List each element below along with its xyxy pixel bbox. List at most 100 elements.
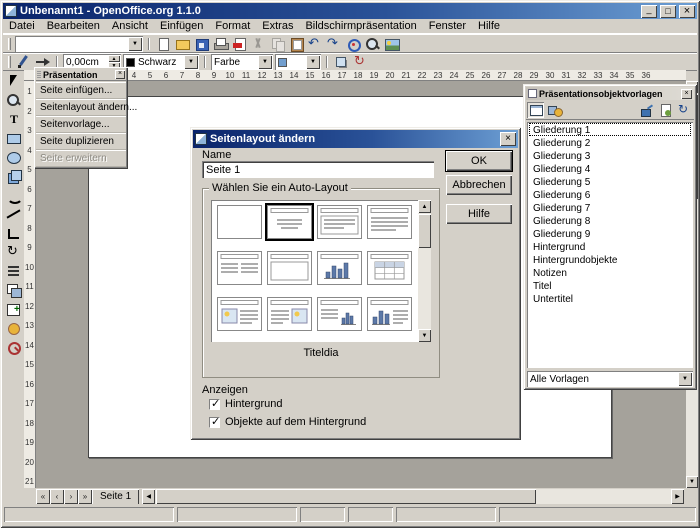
curve-icon[interactable] <box>5 187 22 203</box>
update-style-icon[interactable] <box>676 102 693 118</box>
cut-icon[interactable] <box>250 36 267 52</box>
edit-points-icon[interactable] <box>15 54 32 70</box>
name-input[interactable]: Seite 1 <box>202 161 434 178</box>
copy-icon[interactable] <box>269 36 286 52</box>
menu-format[interactable]: Format <box>209 19 256 33</box>
dropdown-arrow-icon[interactable] <box>184 55 198 69</box>
layout-scroll-thumb[interactable] <box>418 214 431 248</box>
shadow-icon[interactable] <box>333 54 350 70</box>
style-item[interactable]: Gliederung 4 <box>529 162 691 175</box>
style-item[interactable]: Hintergrund <box>529 240 691 253</box>
fill-format-mode-icon[interactable] <box>638 102 655 118</box>
rotate-object-icon[interactable] <box>352 54 369 70</box>
dialog-titlebar[interactable]: Seitenlayout ändern × <box>193 130 518 148</box>
paste-icon[interactable] <box>288 36 305 52</box>
save-icon[interactable] <box>193 36 210 52</box>
layout-thumbnail[interactable] <box>367 297 412 331</box>
menu-hilfe[interactable]: Hilfe <box>472 19 506 33</box>
horizontal-scrollbar[interactable] <box>142 489 684 504</box>
rectangle-icon[interactable] <box>5 130 22 146</box>
arrange-icon[interactable] <box>5 282 22 298</box>
style-item[interactable]: Hintergrundobjekte <box>529 253 691 266</box>
minimize-button[interactable] <box>641 5 657 18</box>
scroll-up-icon[interactable] <box>418 200 431 213</box>
scroll-down-icon[interactable] <box>686 476 698 488</box>
style-item[interactable]: Titel <box>529 279 691 292</box>
layout-thumbnail[interactable] <box>367 251 412 285</box>
presentation-toolbar-titlebar[interactable]: Präsentation × <box>36 69 126 81</box>
layout-thumbnail[interactable] <box>317 297 362 331</box>
alignment-icon[interactable] <box>5 263 22 279</box>
ellipse-icon[interactable] <box>5 149 22 165</box>
presentation-toolbar-item[interactable]: Seite einfügen... <box>36 82 126 99</box>
print-icon[interactable] <box>212 36 229 52</box>
navigator-icon[interactable] <box>345 36 362 52</box>
dropdown-arrow-icon[interactable] <box>306 55 320 69</box>
checkbox-box[interactable] <box>209 399 220 410</box>
line-icon[interactable] <box>5 206 22 222</box>
horizontal-scroll-thumb[interactable] <box>156 489 536 504</box>
first-slide-button[interactable] <box>36 489 50 504</box>
select-icon[interactable] <box>5 73 22 89</box>
toolbar-grip[interactable] <box>8 38 11 50</box>
checkbox-hintergrund[interactable]: Hintergrund <box>209 398 282 410</box>
dropdown-arrow-icon[interactable] <box>258 55 272 69</box>
new-style-from-selection-icon[interactable] <box>657 102 674 118</box>
dialog-close-icon[interactable]: × <box>500 132 516 146</box>
layout-thumbnail[interactable] <box>367 205 412 239</box>
scroll-down-icon[interactable] <box>418 329 431 342</box>
grip-icon[interactable] <box>37 71 41 79</box>
insert-icon[interactable] <box>5 301 22 317</box>
line-color-select[interactable]: Schwarz <box>123 54 199 70</box>
previous-slide-button[interactable] <box>50 489 64 504</box>
area-style-select[interactable]: Farbe <box>211 54 273 70</box>
zoom-tool-icon[interactable] <box>5 92 22 108</box>
maximize-button[interactable] <box>660 5 676 18</box>
layout-thumbnail[interactable] <box>267 205 312 239</box>
url-combo[interactable] <box>15 36 143 52</box>
ok-button[interactable]: OK <box>446 151 512 171</box>
toolbar-grip[interactable] <box>8 56 11 68</box>
style-item[interactable]: Gliederung 2 <box>529 136 691 149</box>
menu-datei[interactable]: Datei <box>3 19 41 33</box>
style-item[interactable]: Gliederung 9 <box>529 227 691 240</box>
redo-icon[interactable] <box>326 36 343 52</box>
style-item[interactable]: Untertitel <box>529 292 691 305</box>
undo-icon[interactable] <box>307 36 324 52</box>
fill-color-select[interactable] <box>275 54 321 70</box>
dropdown-arrow-icon[interactable] <box>128 37 142 51</box>
titlebar[interactable]: Unbenannt1 - OpenOffice.org 1.1.0 <box>3 3 697 19</box>
resize-corner[interactable] <box>684 489 697 504</box>
menu-extras[interactable]: Extras <box>256 19 299 33</box>
menu-einfügen[interactable]: Einfügen <box>154 19 209 33</box>
style-item[interactable]: Gliederung 5 <box>529 175 691 188</box>
layout-thumbnail[interactable] <box>317 205 362 239</box>
checkbox-box[interactable] <box>209 417 220 428</box>
text-icon[interactable] <box>5 111 22 127</box>
layout-scrollbar[interactable] <box>418 200 431 342</box>
close-icon[interactable]: × <box>115 70 125 79</box>
style-item[interactable]: Gliederung 7 <box>529 201 691 214</box>
spin-up-icon[interactable]: ▲ <box>108 55 120 62</box>
layout-thumbnail[interactable] <box>267 251 312 285</box>
help-button[interactable]: Hilfe <box>446 204 512 224</box>
stylist-titlebar[interactable]: Präsentationsobjektvorlagen × <box>526 87 694 100</box>
connector-icon[interactable] <box>5 225 22 241</box>
new-document-icon[interactable] <box>155 36 172 52</box>
layout-thumbnail[interactable] <box>217 297 262 331</box>
scroll-right-icon[interactable] <box>671 489 684 504</box>
next-slide-button[interactable] <box>64 489 78 504</box>
effects-icon[interactable] <box>5 320 22 336</box>
menu-ansicht[interactable]: Ansicht <box>106 19 154 33</box>
interaction-icon[interactable] <box>5 339 22 355</box>
style-item[interactable]: Gliederung 6 <box>529 188 691 201</box>
layout-thumbnail[interactable] <box>317 251 362 285</box>
presentation-styles-icon[interactable] <box>527 102 544 118</box>
cancel-button[interactable]: Abbrechen <box>446 175 512 195</box>
style-item[interactable]: Gliederung 8 <box>529 214 691 227</box>
menu-bildschirmpräsentation[interactable]: Bildschirmpräsentation <box>299 19 422 33</box>
last-slide-button[interactable] <box>78 489 92 504</box>
gallery-icon[interactable] <box>383 36 400 52</box>
objects3d-icon[interactable] <box>5 168 22 184</box>
scroll-left-icon[interactable] <box>142 489 155 504</box>
